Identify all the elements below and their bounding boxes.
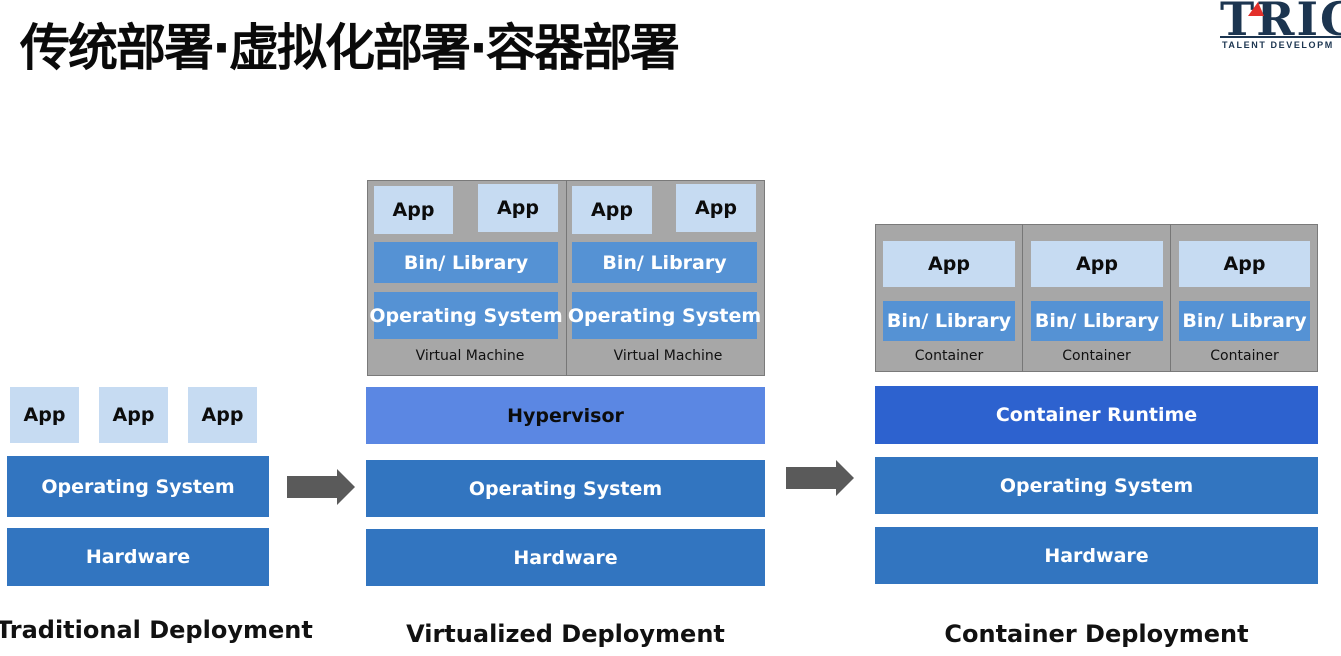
- container-caption: Container: [1210, 348, 1279, 364]
- traditional-deployment-label: Traditional Deployment: [0, 616, 313, 644]
- traditional-os-layer: Operating System: [7, 456, 269, 517]
- container-library-layer: Bin/ Library: [1179, 301, 1310, 341]
- vm-os-layer: Operating System: [369, 292, 563, 339]
- traditional-app-box: App: [10, 387, 79, 443]
- hypervisor-layer: Hypervisor: [366, 387, 765, 444]
- container-app-box: App: [1031, 241, 1163, 287]
- traditional-app-box: App: [188, 387, 257, 443]
- vm-app-box: App: [478, 184, 558, 232]
- container-deployment-label: Container Deployment: [944, 620, 1249, 648]
- container-runtime-layer: Container Runtime: [875, 386, 1318, 444]
- vm-app-box: App: [572, 186, 652, 234]
- container-library-layer: Bin/ Library: [883, 301, 1015, 341]
- company-logo: TRIC TALENT DEVELOPM: [1220, 0, 1341, 56]
- vm-os-layer: Operating System: [568, 292, 761, 339]
- logo-subtitle: TALENT DEVELOPM: [1222, 40, 1334, 50]
- vm-caption: Virtual Machine: [415, 348, 525, 364]
- virtualized-deployment-label: Virtualized Deployment: [406, 620, 725, 648]
- page-title: 传统部署·虚拟化部署·容器部署: [20, 19, 680, 77]
- container-library-layer: Bin/ Library: [1031, 301, 1163, 341]
- logo-rule: [1220, 36, 1341, 38]
- container-caption: Container: [1062, 348, 1131, 364]
- virtualized-os-layer: Operating System: [366, 460, 765, 517]
- vm-library-layer: Bin/ Library: [572, 242, 757, 283]
- traditional-hardware-layer: Hardware: [7, 528, 269, 586]
- logo-flag-icon: [1248, 2, 1264, 16]
- container-hardware-layer: Hardware: [875, 527, 1318, 584]
- traditional-app-box: App: [99, 387, 168, 443]
- container-app-box: App: [1179, 241, 1310, 287]
- vm-library-layer: Bin/ Library: [374, 242, 558, 283]
- container-os-layer: Operating System: [875, 457, 1318, 514]
- vm-divider: [566, 180, 567, 376]
- vm-app-box: App: [676, 184, 756, 232]
- virtualized-hardware-layer: Hardware: [366, 529, 765, 586]
- container-app-box: App: [883, 241, 1015, 287]
- vm-caption: Virtual Machine: [613, 348, 723, 364]
- container-caption: Container: [914, 348, 984, 364]
- vm-app-box: App: [374, 186, 453, 234]
